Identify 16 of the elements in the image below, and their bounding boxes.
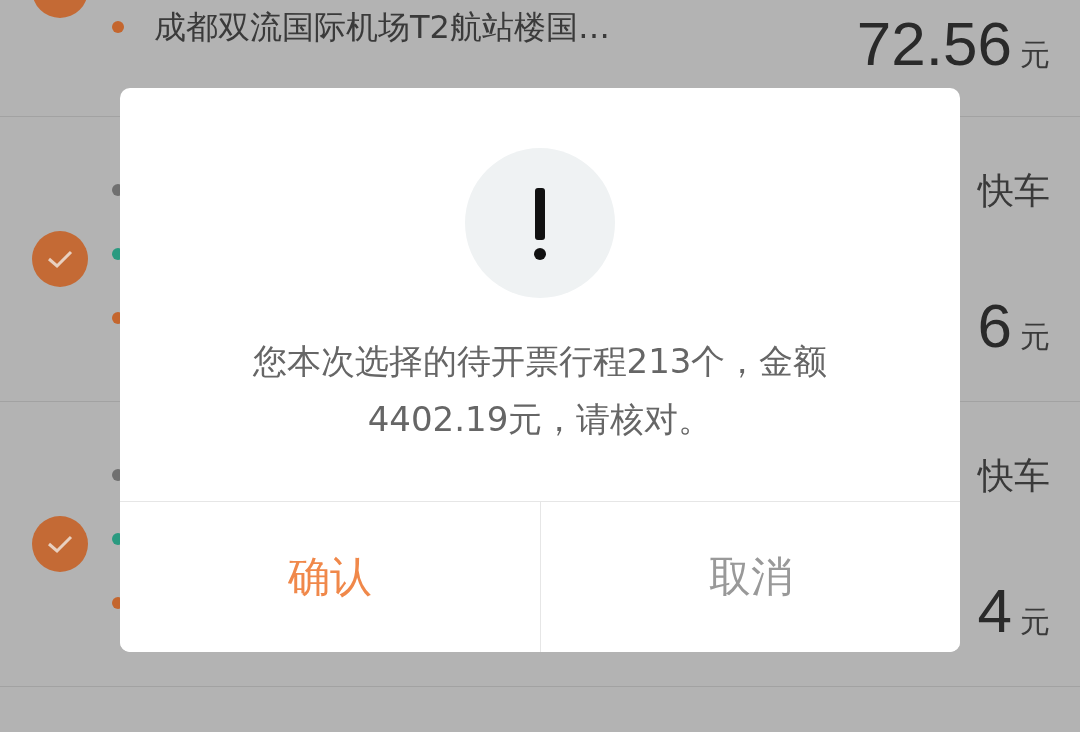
- checkmark-icon: [47, 249, 73, 269]
- trip-type-text: 快车: [978, 169, 1050, 213]
- currency-unit: 元: [1020, 36, 1050, 74]
- amount-text: 6: [977, 290, 1012, 361]
- dialog-message: 您本次选择的待开票行程213个，金额 4402.19元，请核对。: [252, 340, 828, 441]
- checkbox[interactable]: [32, 516, 88, 572]
- checkbox[interactable]: [32, 231, 88, 287]
- amount-text: 4: [977, 575, 1012, 646]
- exclamation-icon: [465, 148, 615, 298]
- amount-text: 72.56: [856, 8, 1012, 79]
- currency-unit: 元: [1020, 318, 1050, 356]
- address-text: 成都双流国际机场T2航站楼国…: [154, 11, 610, 43]
- checkmark-icon: [47, 534, 73, 554]
- trip-type-text: 快车: [978, 454, 1050, 498]
- cancel-button[interactable]: 取消: [540, 502, 960, 652]
- currency-unit: 元: [1020, 603, 1050, 641]
